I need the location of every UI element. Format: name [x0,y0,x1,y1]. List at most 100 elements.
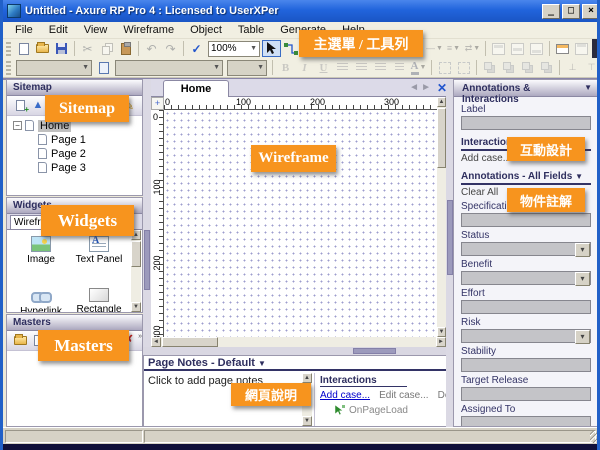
minimize-button[interactable]: _ [542,4,560,19]
zoom-select[interactable]: 100% ▼ [208,41,260,57]
undo-button[interactable]: ↶ [142,40,161,57]
widget-image[interactable]: Image [13,236,69,265]
menu-edit[interactable]: Edit [41,23,76,38]
widget-rectangle[interactable]: Rectangle [71,288,127,313]
spell-check-button[interactable]: ✓ [187,40,206,57]
italic-button[interactable]: I [295,59,314,76]
underline-button[interactable]: U [314,59,333,76]
tree-item-page2[interactable]: Page 2 [9,147,140,160]
status-select[interactable] [461,242,591,256]
border-bottom-button[interactable] [527,40,546,57]
paste-button[interactable] [116,40,135,57]
save-button[interactable] [52,40,71,57]
menu-table[interactable]: Table [230,23,272,38]
style-editor-button[interactable] [94,59,113,76]
align-top-button[interactable]: ⊥ [563,59,582,76]
scroll-left-icon[interactable]: ◄ [151,337,161,347]
ungroup-button[interactable] [454,59,473,76]
scroll-down-icon[interactable]: ▼ [437,327,446,337]
scroll-down-icon[interactable]: ▼ [131,302,141,312]
add-case-link[interactable]: Add case... [320,390,370,401]
tab-home[interactable]: Home [163,80,229,97]
specification-input[interactable] [461,213,591,227]
toolbar-grip[interactable] [6,61,11,75]
redo-button[interactable]: ↷ [161,40,180,57]
menu-file[interactable]: File [7,23,41,38]
menu-object[interactable]: Object [182,23,230,38]
tab-prev-icon[interactable]: ◄ [409,82,419,93]
border-top-button[interactable] [489,40,508,57]
font-color-button[interactable]: A▼ [409,59,428,76]
cut-button[interactable]: ✂ [78,40,97,57]
open-master-button[interactable] [11,333,29,349]
collapse-icon[interactable]: − [13,121,22,130]
font-family-select[interactable]: ▼ [16,60,92,76]
align-bottom-button[interactable]: ⊤ [582,59,600,76]
scroll-up-icon[interactable]: ▲ [437,97,446,107]
scrollbar-thumb[interactable] [131,241,141,267]
annotations-panel-header[interactable]: Annotations & Interactions ▼ [454,80,598,97]
edit-case-link[interactable]: Edit case... [379,390,428,401]
add-page-button[interactable]: + [11,98,29,114]
stability-input[interactable] [461,358,591,372]
border-middle-button[interactable] [508,40,527,57]
splitter-grip[interactable] [144,230,150,290]
font-name-select[interactable]: ▼ [115,60,223,76]
tree-item-page3[interactable]: Page 3 [9,161,140,174]
overflow-chevron-icon[interactable]: » [138,333,141,340]
arrow-style-dropdown[interactable]: ⇄▼ [463,40,482,57]
add-case-link[interactable]: Add case... [461,153,511,164]
splitter-grip[interactable] [353,348,396,354]
risk-select[interactable] [461,329,591,343]
resize-grip[interactable] [590,431,600,443]
all-fields-section-title[interactable]: Annotations - All Fields ▼ [461,171,591,185]
canvas-vscrollbar[interactable]: ▲ ▼ [437,97,446,337]
label-field-input[interactable] [461,116,591,130]
scroll-up-icon[interactable]: ▲ [302,373,312,383]
widget-text-panel[interactable]: A Text Panel [71,236,127,265]
tree-item-page1[interactable]: Page 1 [9,133,140,146]
group-button[interactable] [435,59,454,76]
insert-column-button[interactable] [572,40,591,57]
line-style-dropdown[interactable]: —▼ [425,40,444,57]
close-button[interactable]: × [582,4,600,19]
benefit-select[interactable] [461,271,591,285]
widget-hyperlink[interactable]: Hyperlink [13,288,69,313]
effort-input[interactable] [461,300,591,314]
table-button[interactable] [553,40,572,57]
assigned-to-input[interactable] [461,416,591,426]
send-to-back-button[interactable] [499,59,518,76]
tab-next-icon[interactable]: ► [421,82,431,93]
bullet-list-button[interactable] [390,59,409,76]
target-release-input[interactable] [461,387,591,401]
scrollbar-thumb[interactable] [437,108,446,168]
open-button[interactable] [33,40,52,57]
scroll-right-icon[interactable]: ► [436,337,446,347]
line-weight-dropdown[interactable]: ≡▼ [444,40,463,57]
notes-splitter[interactable] [143,347,453,355]
copy-button[interactable] [97,40,116,57]
masters-list[interactable] [7,351,142,425]
send-backward-button[interactable] [537,59,556,76]
align-right-button[interactable] [371,59,390,76]
bring-to-front-button[interactable] [480,59,499,76]
menu-wireframe[interactable]: Wireframe [115,23,182,38]
clear-all-link[interactable]: Clear All [461,187,498,198]
align-left-button[interactable] [333,59,352,76]
bring-forward-button[interactable] [518,59,537,76]
bold-button[interactable]: B [276,59,295,76]
toolbar-grip[interactable] [6,42,11,56]
widgets-scrollbar[interactable]: ▲ ▼ [131,230,141,312]
title-bar[interactable]: Untitled - Axure RP Pro 4 : Licensed to … [3,0,600,22]
font-size-select[interactable]: ▼ [227,60,267,76]
menu-view[interactable]: View [76,23,116,38]
canvas-hscrollbar[interactable]: ◄ ► [151,337,446,347]
scrollbar-thumb[interactable] [162,337,218,347]
maximize-button[interactable]: □ [562,4,580,19]
page-notes-header[interactable]: Page Notes - Default ▼ [144,356,452,371]
align-center-button[interactable] [352,59,371,76]
pointer-tool-button[interactable] [262,40,281,57]
connector-tool-button[interactable] [281,40,300,57]
new-file-button[interactable] [14,40,33,57]
scroll-down-icon[interactable]: ▼ [302,416,312,426]
